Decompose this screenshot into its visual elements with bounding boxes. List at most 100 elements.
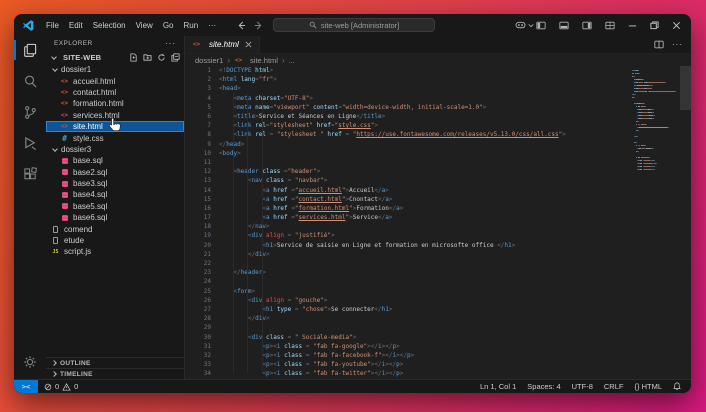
code-line: 29 — [185, 323, 691, 332]
code-line: 26 <div align = "gouche"> — [185, 296, 691, 305]
html-file-icon: <> — [60, 100, 69, 107]
code-line: 25 <form> — [185, 287, 691, 296]
menu-more[interactable]: ··· — [203, 19, 221, 32]
source-control-activity-button[interactable] — [14, 101, 46, 123]
minimize-icon[interactable] — [628, 21, 637, 30]
html-file-icon: <> — [60, 89, 69, 96]
activity-bar — [14, 36, 46, 379]
line-number: 28 — [185, 315, 211, 322]
close-icon[interactable] — [672, 21, 681, 30]
collapse-all-icon[interactable] — [171, 53, 180, 62]
status-crlf[interactable]: CRLF — [604, 382, 624, 391]
status-spaces-4[interactable]: Spaces: 4 — [527, 382, 560, 391]
run-debug-activity-button[interactable] — [14, 132, 46, 154]
menu-selection[interactable]: Selection — [88, 19, 131, 32]
notifications-bell-icon[interactable] — [673, 382, 681, 391]
code-line: 9</head> — [185, 140, 691, 149]
line-number: 8 — [185, 131, 211, 138]
forward-arrow-icon[interactable] — [254, 21, 263, 30]
tree-item-dossier1[interactable]: dossier1 — [46, 64, 184, 75]
settings-button[interactable] — [14, 351, 46, 373]
status-bar: >< 0 0 Ln 1, Col 1 Spaces: 4 UTF-8 CRLF {} H… — [14, 379, 691, 393]
chevron-right-icon — [51, 371, 57, 377]
status--html[interactable]: {} HTML — [634, 382, 662, 391]
code-line: 33 <p><i class = "fab fa-youtube"></i></… — [185, 360, 691, 369]
code-text: <header class ="header"> — [211, 168, 320, 175]
workbench: EXPLORER ··· SITE-WEB dossier1<>accueil.… — [14, 36, 691, 379]
restore-icon[interactable] — [650, 21, 659, 30]
layout-customize-icon[interactable] — [605, 21, 615, 30]
code-editor[interactable]: 1<!DOCTYPE html>2<html lang="fr">3<head>… — [185, 66, 691, 379]
section-outline[interactable]: OUTLINE — [46, 357, 184, 368]
code-text: <a href ="accueil.html">Accueil</a> — [211, 187, 389, 194]
extensions-activity-button[interactable] — [14, 163, 46, 185]
explorer-more-actions[interactable]: ··· — [165, 39, 176, 48]
line-number: 11 — [185, 159, 211, 166]
menu-view[interactable]: View — [131, 19, 158, 32]
tree-item-comend[interactable]: comend — [46, 223, 184, 234]
tree-item-base-sql[interactable]: base.sql — [46, 155, 184, 166]
tree-item-base2-sql[interactable]: base2.sql — [46, 167, 184, 178]
line-number: 6 — [185, 113, 211, 120]
new-file-icon[interactable] — [129, 53, 138, 62]
new-folder-icon[interactable] — [143, 53, 152, 62]
tree-item-etude[interactable]: etude — [46, 235, 184, 246]
line-number: 4 — [185, 95, 211, 102]
more-actions-icon[interactable]: ··· — [672, 40, 683, 49]
command-center-search[interactable]: site-web [Administrator] — [273, 18, 435, 32]
editor-scrollbar[interactable] — [680, 66, 691, 110]
tree-item-dossier3[interactable]: dossier3 — [46, 144, 184, 155]
file-label: accueil.html — [73, 77, 115, 86]
layout-panel-left-icon[interactable] — [536, 21, 546, 30]
remote-icon: >< — [22, 383, 30, 391]
tree-item-accueil-html[interactable]: <>accueil.html — [46, 75, 184, 86]
breadcrumb-label: site.html — [250, 56, 278, 65]
problems-status[interactable]: 0 0 — [44, 382, 78, 391]
close-tab-icon[interactable] — [245, 41, 252, 48]
breadcrumb-item[interactable]: dossier1 — [195, 56, 223, 65]
code-text: </div> — [211, 251, 270, 258]
code-text: <div align = "gouche"> — [211, 297, 327, 304]
code-text: <html lang="fr"> — [211, 76, 277, 83]
menu-file[interactable]: File — [41, 19, 64, 32]
refresh-icon[interactable] — [157, 53, 166, 62]
vscode-logo-icon — [22, 19, 35, 32]
breadcrumb-item[interactable]: ... — [289, 56, 295, 65]
tree-item-base4-sql[interactable]: base4.sql — [46, 189, 184, 200]
html-file-icon: <> — [192, 41, 201, 48]
tree-item-contact-html[interactable]: <>contact.html — [46, 87, 184, 98]
split-editor-icon[interactable] — [654, 40, 664, 49]
tab-label: site.html — [209, 40, 239, 49]
section-timeline[interactable]: TIMELINE — [46, 368, 184, 379]
workspace-root-row[interactable]: SITE-WEB — [46, 51, 184, 64]
search-activity-button[interactable] — [14, 70, 46, 92]
status-ln-1-col-1[interactable]: Ln 1, Col 1 — [480, 382, 516, 391]
layout-panel-bottom-icon[interactable] — [559, 21, 569, 30]
line-number: 29 — [185, 324, 211, 331]
file-label: base4.sql — [73, 190, 107, 199]
line-number: 1 — [185, 67, 211, 74]
tree-item-formation-html[interactable]: <>formation.html — [46, 98, 184, 109]
tab-bar: <> site.html ··· — [185, 36, 691, 54]
layout-panel-right-icon[interactable] — [582, 21, 592, 30]
explorer-activity-button[interactable] — [14, 39, 46, 61]
tree-item-script-js[interactable]: JSscript.js — [46, 246, 184, 257]
status-utf-8[interactable]: UTF-8 — [572, 382, 593, 391]
menu-run[interactable]: Run — [178, 19, 203, 32]
tree-item-base6-sql[interactable]: base6.sql — [46, 212, 184, 223]
tree-item-style-css[interactable]: #style.css — [46, 132, 184, 143]
menu-go[interactable]: Go — [158, 19, 179, 32]
back-arrow-icon[interactable] — [237, 21, 246, 30]
breadcrumb-item[interactable]: <>site.html — [234, 56, 278, 65]
code-text: </div> — [211, 315, 270, 322]
code-line: 21 </div> — [185, 250, 691, 259]
minimap[interactable] — [632, 69, 678, 171]
tree-item-base5-sql[interactable]: base5.sql — [46, 201, 184, 212]
copilot-menu[interactable] — [515, 21, 534, 30]
line-number: 25 — [185, 288, 211, 295]
tree-item-base3-sql[interactable]: base3.sql — [46, 178, 184, 189]
menu-edit[interactable]: Edit — [64, 19, 88, 32]
remote-indicator[interactable]: >< — [14, 380, 38, 394]
tab-site-html[interactable]: <> site.html — [185, 36, 260, 53]
chevron-down-icon — [51, 54, 57, 60]
